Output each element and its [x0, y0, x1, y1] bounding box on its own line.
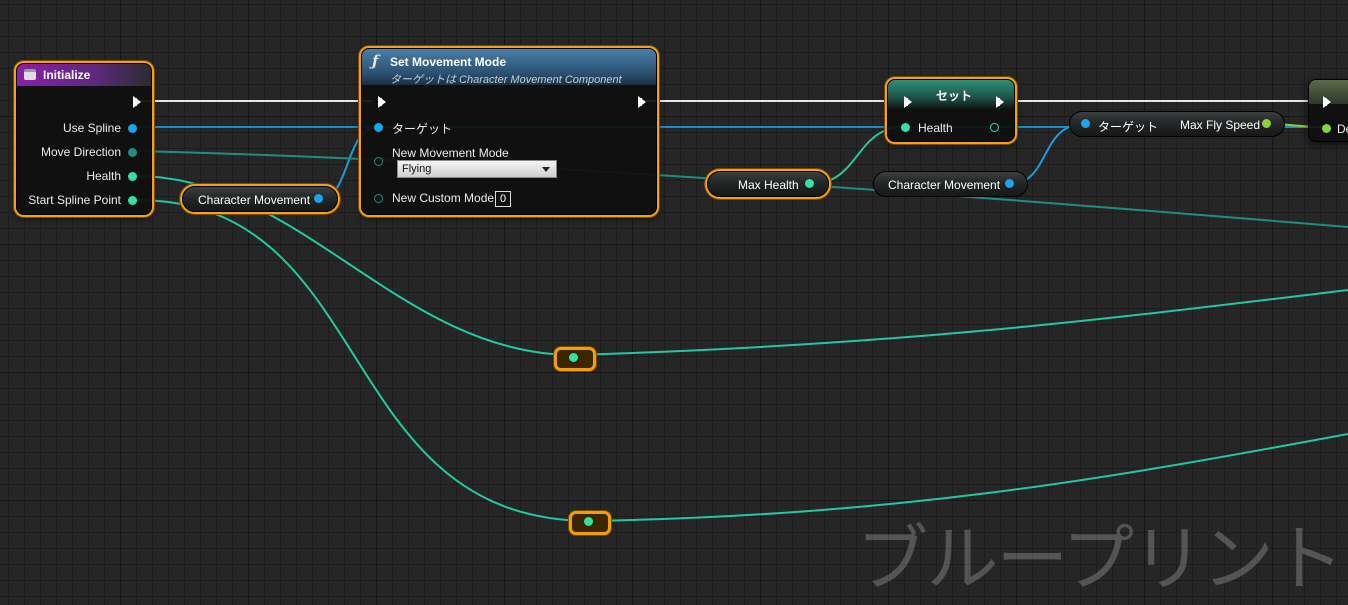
max-fly-speed-out-pin[interactable]: [1262, 119, 1271, 128]
set-health-exec-out-pin[interactable]: [996, 96, 1004, 108]
set-health-node[interactable]: セット Health: [887, 79, 1015, 142]
new-movement-mode-pin[interactable]: [374, 157, 383, 166]
chevron-down-icon: [542, 167, 550, 172]
character-movement-variable-node[interactable]: Character Movement: [182, 186, 338, 212]
set-movement-mode-exec-in-pin[interactable]: [378, 96, 386, 108]
movement-mode-selected: Flying: [402, 163, 432, 175]
character-movement-out-pin-2[interactable]: [1005, 179, 1014, 188]
wire-startspline-to-reroute2: [135, 199, 591, 522]
set-health-pin-label: Health: [918, 121, 953, 135]
movement-mode-dropdown[interactable]: Flying: [397, 160, 557, 178]
initialize-event-node[interactable]: Initialize Use Spline Move Direction Hea…: [16, 63, 152, 215]
initialize-node-title: Initialize: [43, 68, 91, 82]
reroute-node-2[interactable]: [569, 511, 611, 535]
use-spline-pin-label: Use Spline: [62, 121, 121, 135]
health-pin[interactable]: [128, 172, 137, 181]
character-movement-label: Character Movement: [198, 193, 311, 207]
next-node-partial[interactable]: De: [1308, 79, 1348, 142]
wire-reroute1-out: [573, 289, 1348, 356]
initialize-node-header: Initialize: [17, 64, 151, 86]
new-custom-mode-label: New Custom Mode: [392, 191, 495, 205]
character-movement-label-2: Character Movement: [888, 178, 1001, 192]
reroute-node-1[interactable]: [554, 347, 596, 371]
new-custom-mode-pin[interactable]: [374, 194, 383, 203]
function-icon: ƒ: [372, 52, 379, 70]
set-movement-mode-subtitle: ターゲットは Character Movement Component: [390, 74, 622, 86]
wire-layer: [135, 100, 1348, 522]
reroute-1-pin[interactable]: [569, 353, 578, 362]
set-movement-mode-node[interactable]: ƒ Set Movement Mode ターゲットは Character Mov…: [361, 48, 657, 215]
set-health-out-pin[interactable]: [990, 123, 999, 132]
target-pin[interactable]: [374, 123, 383, 132]
max-fly-speed-target-label: ターゲット: [1098, 120, 1159, 134]
max-fly-speed-getter-node[interactable]: ターゲット Max Fly Speed: [1069, 111, 1285, 137]
target-pin-label: ターゲット: [392, 122, 453, 136]
max-health-variable-node[interactable]: Max Health: [707, 171, 829, 197]
max-fly-speed-target-pin[interactable]: [1081, 119, 1090, 128]
next-node-pin-label: De: [1337, 122, 1348, 136]
character-movement-out-pin[interactable]: [314, 194, 323, 203]
start-spline-point-pin[interactable]: [128, 196, 137, 205]
health-pin-label: Health: [86, 169, 121, 183]
set-health-title: セット: [936, 89, 973, 103]
reroute-2-pin[interactable]: [584, 517, 593, 526]
use-spline-pin[interactable]: [128, 124, 137, 133]
start-spline-point-pin-label: Start Spline Point: [28, 193, 121, 207]
event-icon: [24, 69, 36, 80]
max-health-out-pin[interactable]: [805, 179, 814, 188]
character-movement-variable-node-2[interactable]: Character Movement: [873, 171, 1028, 197]
new-custom-mode-input[interactable]: 0: [495, 191, 511, 207]
move-direction-pin[interactable]: [128, 148, 137, 157]
set-health-exec-in-pin[interactable]: [904, 96, 912, 108]
max-fly-speed-output-label: Max Fly Speed: [1180, 118, 1261, 132]
next-node-exec-in-pin[interactable]: [1323, 96, 1331, 108]
initialize-exec-out-pin[interactable]: [133, 96, 141, 108]
max-health-label: Max Health: [738, 178, 799, 192]
new-movement-mode-label: New Movement Mode: [392, 146, 509, 160]
move-direction-pin-label: Move Direction: [40, 145, 121, 159]
set-health-in-pin[interactable]: [901, 123, 910, 132]
set-movement-mode-title: Set Movement Mode: [390, 55, 507, 69]
next-node-in-pin[interactable]: [1322, 124, 1331, 133]
set-movement-mode-header: ƒ Set Movement Mode ターゲットは Character Mov…: [362, 49, 656, 86]
set-movement-mode-exec-out-pin[interactable]: [638, 96, 646, 108]
blueprint-watermark: ブループリント: [856, 517, 1344, 601]
